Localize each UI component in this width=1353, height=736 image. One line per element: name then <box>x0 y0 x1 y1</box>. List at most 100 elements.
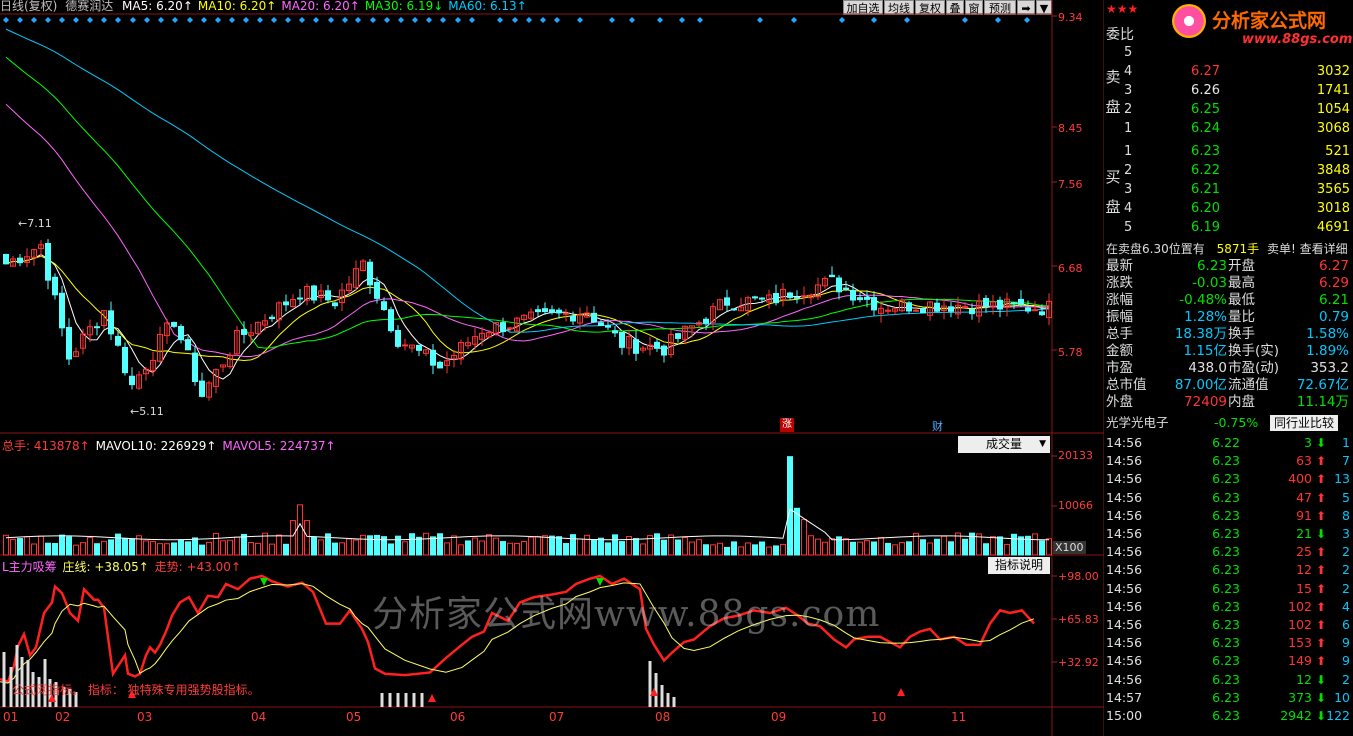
indicator-bar <box>412 693 416 707</box>
indicator-bar <box>404 693 408 707</box>
candle-body <box>269 316 275 320</box>
stars-icon: ★★★ <box>1106 2 1139 16</box>
order-level: 5 <box>1124 220 1133 235</box>
logo: ★★★ 分析家公式网 www.88gs.com <box>1104 0 1353 50</box>
order-price: 6.27 <box>1191 64 1220 79</box>
volume-bar <box>745 542 751 556</box>
arrow-up-icon: ⬆ <box>1316 508 1327 523</box>
order-book-row-sell3[interactable]: 3 6.26 1741 <box>1122 82 1350 100</box>
sector-compare-button[interactable]: 同行业比较 <box>1270 415 1339 431</box>
signal-diamond-icon <box>526 17 532 23</box>
arrow-down-icon: ⬇ <box>1316 709 1327 723</box>
tick-volume: 12 <box>1296 562 1312 578</box>
order-book-row-buy4[interactable]: 4 6.20 3018 <box>1122 200 1350 218</box>
tick-time: 14:56 <box>1106 580 1143 596</box>
price-axis-label: 8.45 <box>1058 122 1083 135</box>
candle-body <box>192 352 198 383</box>
indicator-axis-label: +32.92 <box>1058 656 1099 669</box>
tick-count: 9 <box>1342 635 1350 651</box>
volume-bar <box>360 534 366 556</box>
indicator-bar <box>380 693 384 707</box>
order-book-row-buy1[interactable]: 1 6.23 521 <box>1122 143 1350 161</box>
candle-body <box>675 333 681 339</box>
big-order-notice[interactable]: 在卖盘6.30位置有 5871手 卖单! 查看详细 <box>1106 240 1348 257</box>
tick-volume: 2942 <box>1280 708 1312 723</box>
order-book-row-buy3[interactable]: 3 6.21 3565 <box>1122 181 1350 199</box>
signal-diamond-icon <box>271 17 277 23</box>
volume-bar <box>143 540 149 556</box>
order-book-row-sell5[interactable]: 5 <box>1122 44 1350 62</box>
order-book-row-sell1[interactable]: 1 6.24 3068 <box>1122 120 1350 138</box>
signal-diamond-icon <box>130 17 136 23</box>
tick-count: 9 <box>1342 653 1350 669</box>
quote-label: 总手 <box>1106 326 1133 342</box>
signal-diamond-icon <box>257 17 263 23</box>
arrow-up-icon: ⬆ <box>1316 454 1327 469</box>
candle-body <box>52 276 58 296</box>
arrow-up-icon: ⬆ <box>1316 545 1327 560</box>
volume-bar <box>465 540 471 556</box>
volume-bar <box>584 534 590 556</box>
order-book-row-buy2[interactable]: 2 6.22 3848 <box>1122 162 1350 180</box>
signal-diamond-icon <box>440 17 446 23</box>
quote-value: 11.14万 <box>1296 394 1349 410</box>
ma-line <box>5 103 1050 358</box>
candle-body <box>773 293 779 304</box>
volume-dropdown[interactable]: 成交量 ▼ <box>958 436 1050 453</box>
quote-value: -0.48% <box>1179 292 1227 308</box>
volume-bar <box>598 537 604 556</box>
sector-name[interactable]: 光学光电子 <box>1106 414 1169 432</box>
candle-body <box>969 308 975 315</box>
candle-body <box>913 309 919 312</box>
tick-volume: 12 <box>1296 671 1312 687</box>
volume-bar <box>864 540 870 556</box>
quote-row: 金额 1.15亿 换手(实) 1.89% <box>1104 343 1353 360</box>
volume-bar <box>171 542 177 556</box>
tick-count: 2 <box>1342 562 1350 578</box>
tick-time: 14:56 <box>1106 507 1143 523</box>
volume-bar <box>556 536 562 556</box>
volume-bar <box>234 536 240 556</box>
volume-bar <box>374 534 380 556</box>
signal-diamond-icon <box>497 17 503 23</box>
tick-time: 15:00 <box>1106 708 1143 723</box>
tick-price: 6.23 <box>1212 489 1240 505</box>
event-marker-rise[interactable]: 涨 <box>780 418 794 432</box>
order-book-row-buy5[interactable]: 5 6.19 4691 <box>1122 219 1350 237</box>
candle-body <box>122 346 128 374</box>
quote-value: 438.0 <box>1188 360 1227 376</box>
tick-volume: 102 <box>1288 617 1312 632</box>
signal-diamond-icon <box>904 17 910 23</box>
tick-row: 14:56 6.23 12 ⬆ 2 <box>1104 561 1350 579</box>
indicator-help-button[interactable]: 指标说明 <box>988 557 1050 574</box>
tick-time: 14:56 <box>1106 453 1143 469</box>
volume-bar <box>353 539 359 556</box>
arrow-down-icon: ⬇ <box>1316 436 1327 450</box>
volume-bar <box>682 537 688 556</box>
signal-diamond-icon <box>540 17 546 23</box>
quote-row: 涨跌 -0.03 最高 6.29 <box>1104 275 1353 292</box>
volume-bar <box>423 532 429 556</box>
candle-body <box>115 335 121 346</box>
candle-body <box>633 339 639 354</box>
volume-bar <box>101 540 107 556</box>
volume-bar <box>115 533 121 556</box>
order-book-row-sell4[interactable]: 4 6.27 3032 <box>1122 63 1350 81</box>
volume-bar <box>773 545 779 556</box>
event-marker-finance[interactable]: 财 <box>932 418 943 434</box>
candle-body <box>605 325 611 328</box>
tick-time: 14:56 <box>1106 562 1143 578</box>
candle-body <box>591 312 597 323</box>
candle-body <box>542 308 548 313</box>
signal-diamond-icon <box>398 17 404 23</box>
candle-body <box>500 322 506 333</box>
indicator-name[interactable]: L主力吸筹 <box>2 560 57 574</box>
volume-bar <box>150 541 156 556</box>
ma-line <box>5 56 1050 349</box>
price-axis-label: 6.68 <box>1058 262 1083 275</box>
tick-time: 14:56 <box>1106 526 1143 541</box>
signal-diamond-icon <box>3 17 9 23</box>
order-book-row-sell2[interactable]: 2 6.25 1054 <box>1122 101 1350 119</box>
signal-diamond-icon <box>313 17 319 23</box>
tick-count: 2 <box>1342 544 1350 560</box>
